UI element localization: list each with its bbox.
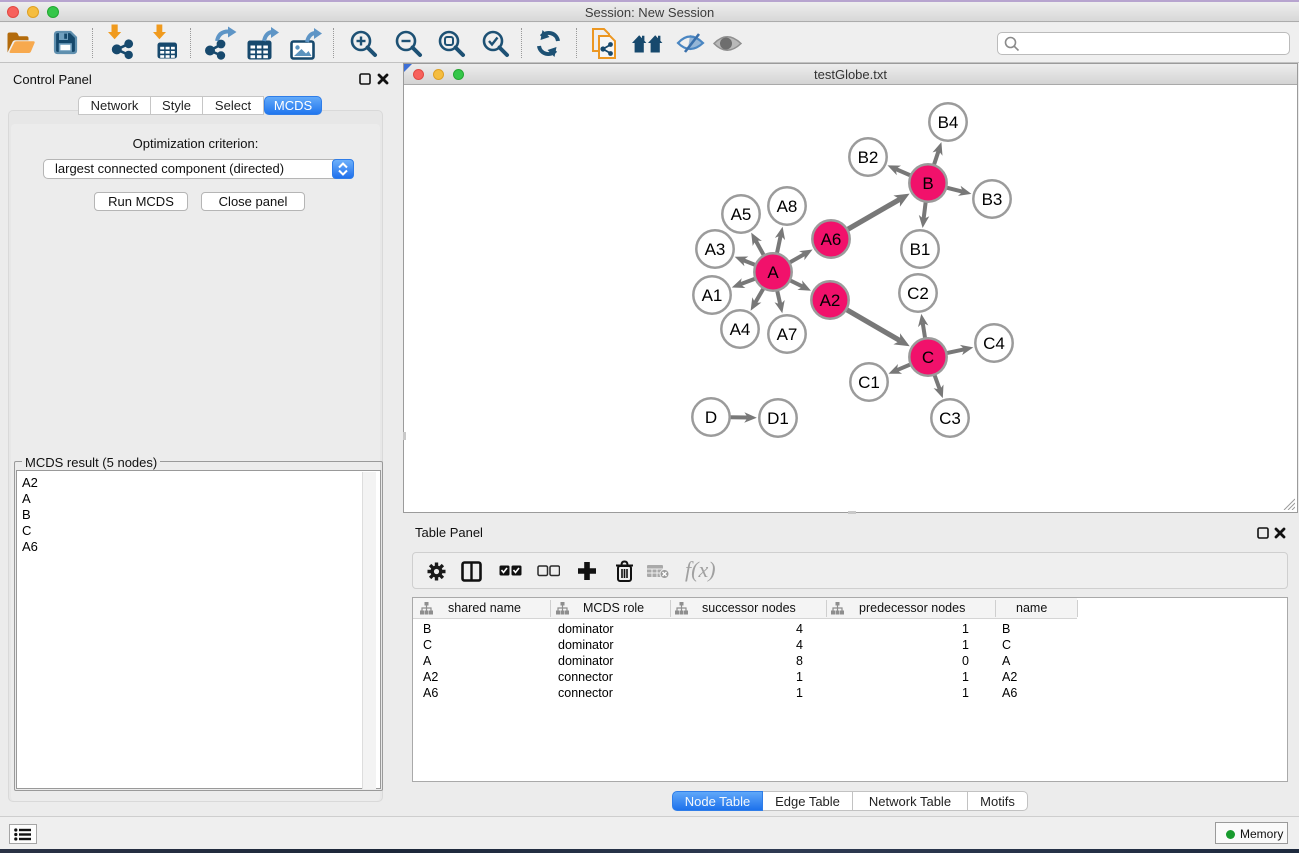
svg-text:B3: B3 [982,190,1003,209]
svg-text:B: B [922,174,933,193]
svg-text:C: C [922,348,934,367]
svg-text:A8: A8 [777,197,798,216]
svg-text:D1: D1 [767,409,789,428]
svg-text:D: D [705,408,717,427]
svg-text:A7: A7 [777,325,798,344]
svg-text:C1: C1 [858,373,880,392]
svg-text:B2: B2 [858,148,879,167]
svg-text:A: A [767,263,779,282]
svg-text:A6: A6 [821,230,842,249]
svg-text:C2: C2 [907,284,929,303]
svg-text:A2: A2 [820,291,841,310]
svg-text:C4: C4 [983,334,1005,353]
svg-text:A1: A1 [702,286,723,305]
svg-text:B4: B4 [938,113,959,132]
svg-text:A3: A3 [705,240,726,259]
svg-text:A5: A5 [731,205,752,224]
svg-text:C3: C3 [939,409,961,428]
svg-text:B1: B1 [910,240,931,259]
svg-text:A4: A4 [730,320,751,339]
